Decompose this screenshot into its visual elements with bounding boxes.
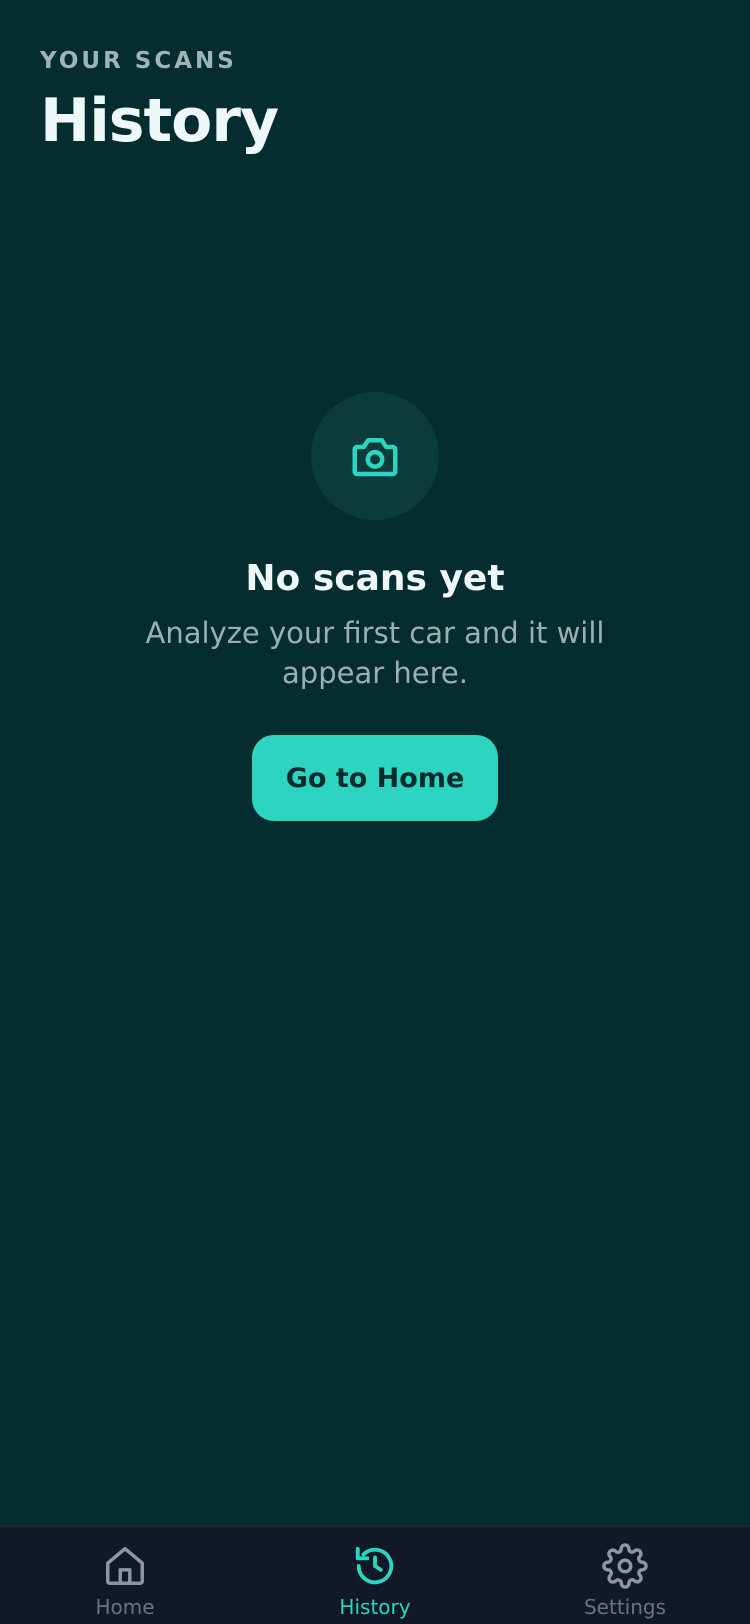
tab-history[interactable]: History <box>250 1527 500 1624</box>
empty-state-title: No scans yet <box>245 558 505 599</box>
page-header: YOUR SCANS History <box>40 48 279 156</box>
tab-history-label: History <box>339 1595 411 1619</box>
empty-state-description: Analyze your first car and it will appea… <box>145 616 605 690</box>
go-to-home-button[interactable]: Go to Home <box>252 735 498 821</box>
gear-icon <box>602 1543 648 1589</box>
bottom-tab-bar: Home History Settings <box>0 1526 750 1624</box>
camera-icon <box>352 438 398 477</box>
tab-settings[interactable]: Settings <box>500 1527 750 1624</box>
history-screen: YOUR SCANS History No scans yet Analyze … <box>0 0 750 1624</box>
home-icon <box>106 1547 144 1585</box>
tab-settings-label: Settings <box>583 1595 667 1619</box>
empty-state-icon-circle <box>311 392 439 520</box>
tab-home[interactable]: Home <box>0 1527 250 1624</box>
tab-home-label: Home <box>95 1595 155 1619</box>
history-icon <box>355 1546 394 1585</box>
empty-state: No scans yet Analyze your first car and … <box>0 392 750 821</box>
page-eyebrow: YOUR SCANS <box>40 48 237 74</box>
page-title: History <box>40 86 279 156</box>
